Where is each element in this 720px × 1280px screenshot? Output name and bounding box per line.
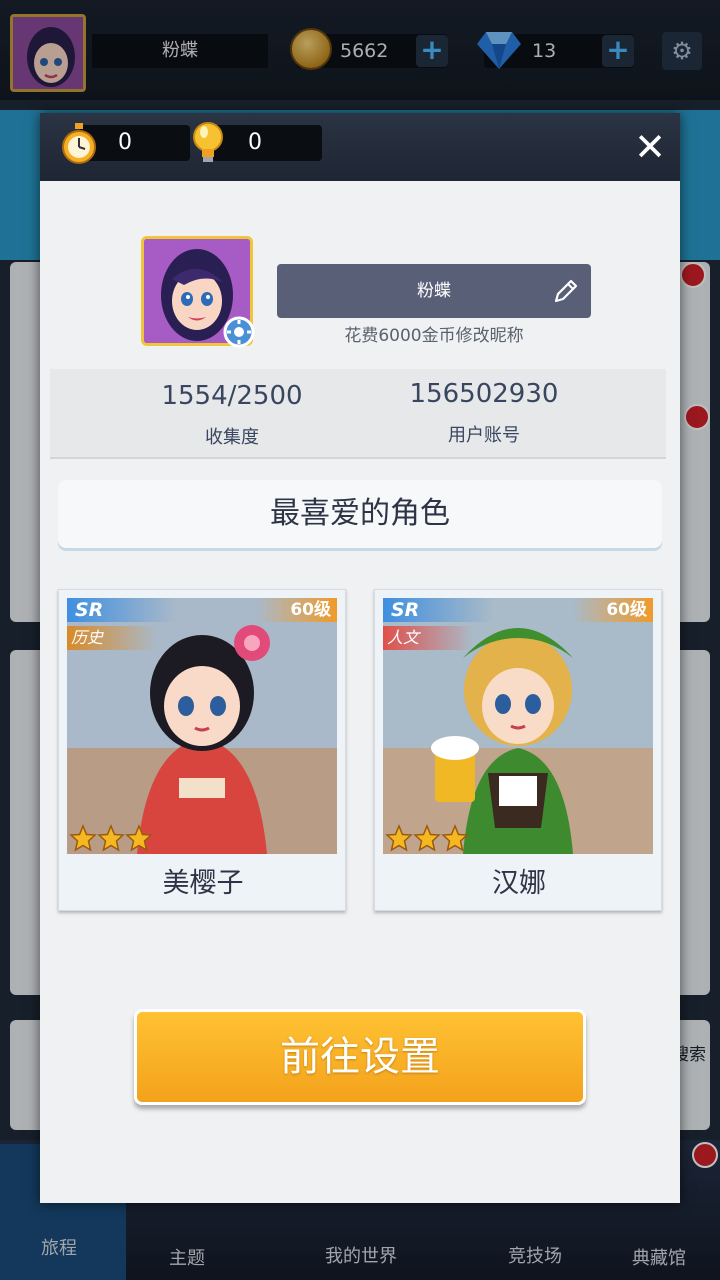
rarity-badge: SR [67, 598, 177, 622]
avatar-settings-icon[interactable] [222, 315, 256, 349]
go-to-settings-button[interactable]: 前往设置 [134, 1009, 586, 1105]
character-portrait: SR 60级 人文 [383, 598, 653, 854]
character-name: 汉娜 [492, 868, 546, 899]
star-rating [385, 824, 469, 852]
character-name: 美樱子 [162, 868, 244, 899]
character-portrait: SR 60级 历史 [67, 598, 337, 854]
star-icon [441, 824, 469, 852]
account-label: 用户账号 [448, 425, 520, 446]
character-card-mei-sakurako[interactable]: SR 60级 历史 美樱子 [58, 589, 346, 911]
pencil-icon[interactable] [552, 277, 580, 305]
rename-hint: 花费6000金币修改昵称 [344, 326, 524, 346]
close-button[interactable]: ✕ [628, 125, 672, 169]
character-card-hanna[interactable]: SR 60级 人文 汉娜 [374, 589, 662, 911]
level-badge: 60级 [573, 598, 653, 622]
lightbulb-icon [193, 122, 223, 162]
star-rating [69, 824, 153, 852]
favorite-characters-title: 最喜爱的角色 [58, 480, 662, 548]
star-icon [125, 824, 153, 852]
collection-label: 收集度 [205, 427, 259, 448]
stopwatch-icon [62, 123, 96, 164]
star-icon [97, 824, 125, 852]
hint-count: 0 [248, 130, 262, 155]
category-badge: 人文 [383, 626, 473, 650]
collection-value: 1554/2500 [161, 381, 303, 411]
timer-count: 0 [118, 130, 132, 155]
account-value: 156502930 [409, 379, 559, 409]
profile-modal: 0 0 ✕ 粉蝶 花费6000金币修改昵称 1554/2500 收集度 1565… [40, 113, 680, 1203]
rarity-badge: SR [383, 598, 493, 622]
level-badge: 60级 [257, 598, 337, 622]
star-icon [385, 824, 413, 852]
category-badge: 历史 [67, 626, 157, 650]
nickname-field[interactable]: 粉蝶 [277, 264, 591, 318]
star-icon [69, 824, 97, 852]
hint-counter [212, 125, 322, 161]
star-icon [413, 824, 441, 852]
